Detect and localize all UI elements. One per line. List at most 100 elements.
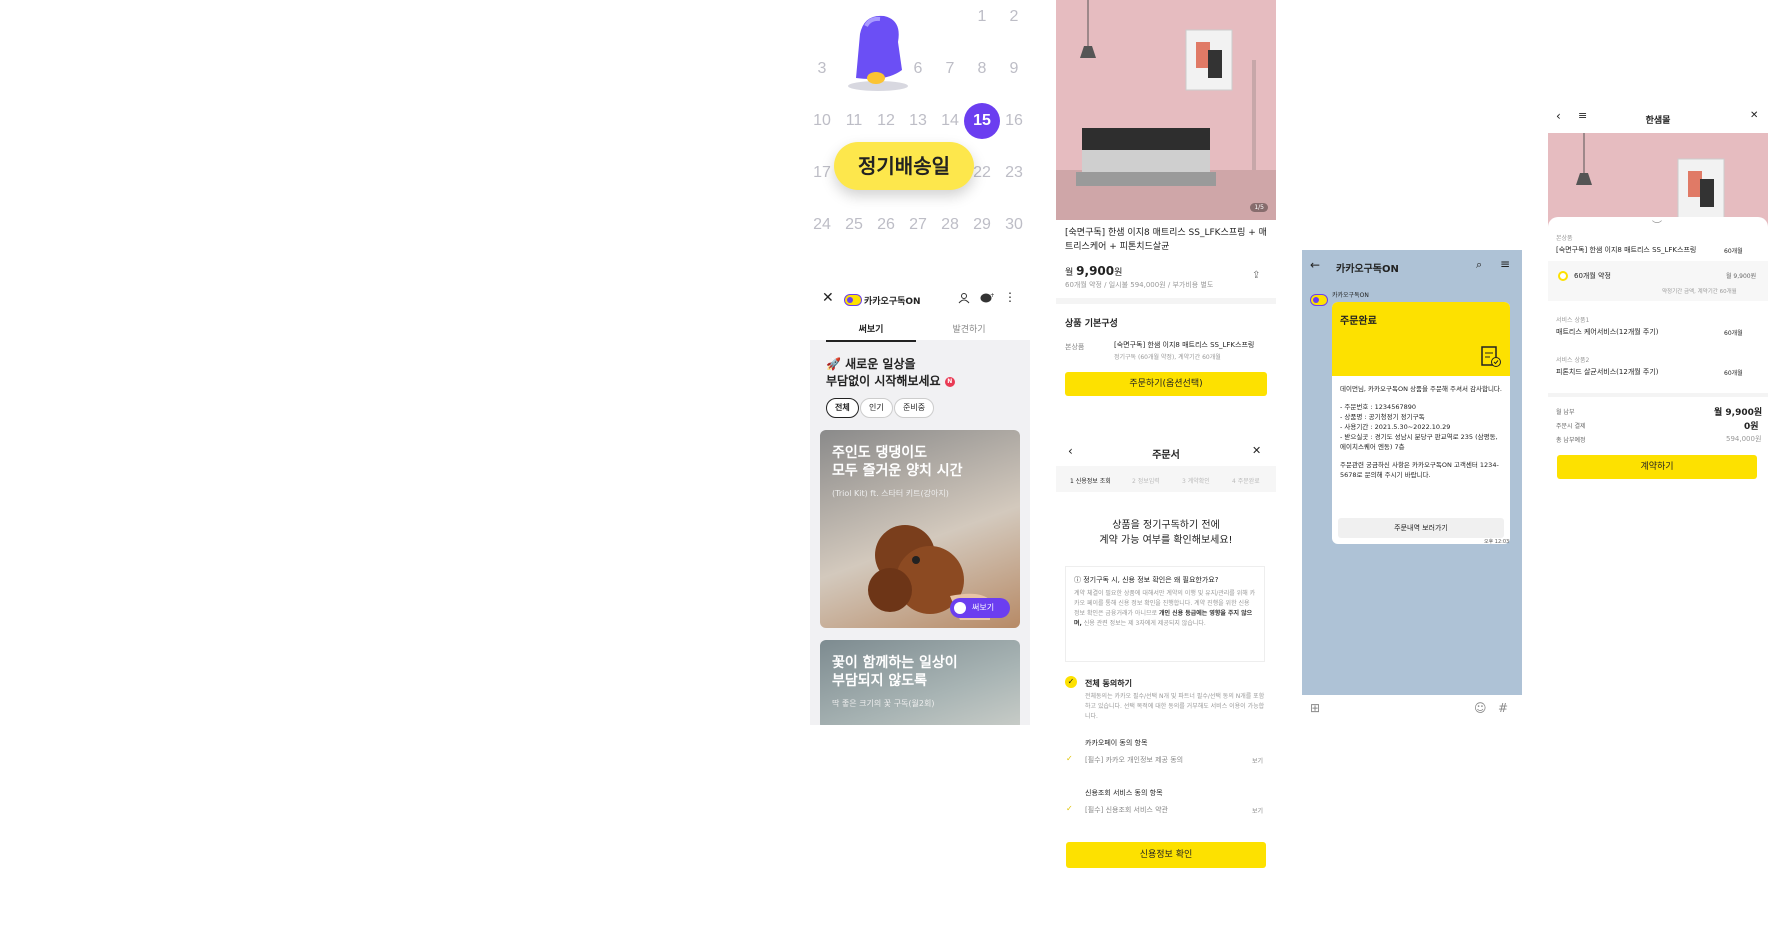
order-history-button[interactable]: 주문내역 보러가기 [1338,518,1504,538]
form-headline: 상품을 정기구독하기 전에 계약 가능 여부를 확인해보세요! [1056,518,1276,548]
try-button[interactable]: 써보기 [950,598,1010,618]
contract-button[interactable]: 계약하기 [1557,455,1757,479]
calendar-day[interactable]: 1 [967,2,997,32]
menu-icon[interactable]: ≡ [1500,257,1510,271]
calendar-day[interactable]: 26 [871,210,901,240]
page-title: 주문서 [1152,450,1180,461]
plan-row[interactable]: 60개월 약정 월 9,900원 약정기간 금액, 계약기간 60개월 [1548,261,1768,301]
divider [1548,393,1768,397]
calendar-day[interactable]: 27 [903,210,933,240]
calendar-day[interactable]: 17 [807,158,837,188]
divider [1056,298,1276,304]
order-button[interactable]: 주문하기(옵션선택) [1065,372,1267,396]
calendar-day[interactable]: 13 [903,106,933,136]
share-icon[interactable]: ⇪ [1252,270,1260,281]
back-icon[interactable]: ← [1310,258,1320,272]
toggle-logo-icon [844,294,862,306]
step-1: 1 신용정보 조회 [1070,478,1111,485]
chip-all[interactable]: 전체 [826,398,859,418]
calendar-day[interactable]: 24 [807,210,837,240]
chat-plus-icon[interactable]: + [980,292,994,304]
credit-info-box: ⓘ 정기구독 시, 신용 정보 확인은 왜 필요한가요? 계약 체결이 필요한 … [1065,566,1265,662]
feed-card[interactable]: 꽃이 함께하는 일상이 부담되지 않도록 딱 좋은 크기의 꽃 구독(월2회) [820,640,1020,725]
close-icon[interactable]: ✕ [1252,444,1261,457]
total-value: 594,000원 [1726,435,1762,443]
sender-avatar [1310,294,1328,306]
calendar-day[interactable]: 30 [999,210,1029,240]
calendar-day[interactable]: 14 [935,106,965,136]
calendar-day[interactable]: 9 [999,54,1029,84]
calendar-day[interactable]: 25 [839,210,869,240]
order-line: - 상품명 : 공기청정기 정기구독 [1340,413,1425,421]
profile-icon[interactable] [958,292,970,304]
price-note: 60개월 약정 / 일시불 594,000원 / 부가비용 별도 [1065,281,1214,289]
svg-text:+: + [990,292,994,299]
info-icon: ⓘ [1074,576,1081,584]
option-value[interactable]: 피톤치드 살균서비스(12개월 주기) [1556,367,1659,377]
feed-header: ✕ 카카오구독ON + ⋮ 써보기 발견하기 [810,280,1030,342]
order-line: - 받으실곳 : 경기도 성남시 분당구 판교역로 235 (삼평동, 에이치스… [1340,433,1498,451]
chip-upcoming[interactable]: 준비중 [894,398,935,418]
agree-all[interactable]: 전체 동의하기 [1085,678,1132,689]
card-title-line: 부담되지 않도록 [832,673,928,689]
check-icon[interactable]: ✓ [1066,804,1073,813]
price: 월 9,900원 [1065,264,1122,278]
agree-all-desc: 전체동의는 카카오 필수/선택 N개 및 파트너 필수/선택 동의 N개를 포함… [1085,693,1265,720]
calendar-day[interactable]: 7 [935,54,965,84]
calendar-day[interactable]: 8 [967,54,997,84]
card-subtitle: 딱 좋은 크기의 꽃 구독(월2회) [832,699,935,708]
option-select-screen: ‹ ≡ 한샘몰 ✕ ︶ 본상품 [숙면구독] 한샘 이지8 매트리스 SS_LF… [1548,105,1768,547]
step-4: 4 주문완료 [1232,478,1260,485]
calendar-day[interactable]: 3 [807,54,837,84]
chevron-down-icon[interactable]: ︶ [1652,217,1662,232]
option-label: 본상품 [1556,235,1573,242]
view-link[interactable]: 보기 [1252,806,1263,815]
calendar-day[interactable]: 23 [999,158,1029,188]
headline-line: 계약 가능 여부를 확인해보세요! [1099,535,1233,546]
calendar-day[interactable]: 12 [871,106,901,136]
close-icon[interactable]: ✕ [1750,110,1758,121]
check-icon[interactable]: ✓ [1066,754,1073,763]
card-title: 꽃이 함께하는 일상이 부담되지 않도록 [832,654,958,690]
agree-item-2: [필수] 신용조회 서비스 약관 [1085,806,1168,814]
emoji-icon[interactable]: ☺ [1474,701,1487,715]
feed-card[interactable]: 주인도 댕댕이도 모두 즐거운 양치 시간 (Triol Kit) ft. 스타터… [820,430,1020,628]
option-label: 서비스 상품2 [1556,357,1590,364]
item-label: 본상품 [1065,343,1085,351]
calendar-day[interactable]: 28 [935,210,965,240]
radio-selected-icon[interactable] [1558,271,1568,281]
tab-discover[interactable]: 발견하기 [924,322,1014,335]
price-unit: 원 [1114,268,1123,278]
item-note: 정기구독 (60개월 약정), 계약기간 60개월 [1114,354,1221,361]
option-value[interactable]: 매트리스 케어서비스(12개월 주기) [1556,327,1659,337]
more-icon[interactable]: ⋮ [1004,290,1016,304]
search-icon[interactable]: ⌕ [1476,258,1482,272]
hashtag-icon[interactable]: # [1498,701,1508,715]
chip-popular[interactable]: 인기 [860,398,893,418]
footer-note: 주문관련 궁금하신 사항은 카카오구독ON 고객센터 1234-5678로 문의… [1340,461,1499,479]
order-complete-card: 주문완료 데이먼님, 카카오구독ON 상품을 주문해 주셔서 감사합니다. - … [1332,302,1510,544]
option-period[interactable]: 60개월 [1724,328,1743,337]
option-value[interactable]: [숙면구독] 한샘 이지8 매트리스 SS_LFK스프링 [1556,245,1696,255]
add-icon[interactable]: ⊞ [1310,701,1320,715]
option-sheet: ︶ 본상품 [숙면구독] 한샘 이지8 매트리스 SS_LFK스프링 60개월 … [1548,217,1768,547]
close-icon[interactable]: ✕ [822,291,834,305]
plan-price: 월 9,900원 [1726,273,1757,280]
calendar-day[interactable]: 29 [967,210,997,240]
check-all-icon[interactable]: ✓ [1065,676,1077,688]
view-link[interactable]: 보기 [1252,756,1263,765]
greeting: 데이먼님, 카카오구독ON 상품을 주문해 주셔서 감사합니다. [1340,385,1502,393]
calendar-day-selected[interactable]: 15 [964,103,1000,139]
product-name: [숙면구독] 한샘 이지8 매트리스 SS_LFK스프링 + 매트리스케어 + … [1065,228,1267,252]
calendar-day[interactable]: 11 [839,106,869,136]
tab-try[interactable]: 써보기 [826,322,916,342]
calendar-day[interactable]: 2 [999,2,1029,32]
section-title: 상품 기본구성 [1065,319,1118,329]
calendar-day[interactable]: 16 [999,106,1029,136]
credit-check-button[interactable]: 신용정보 확인 [1066,842,1266,868]
plan-label: 60개월 약정 [1574,272,1611,280]
option-period[interactable]: 60개월 [1724,368,1743,377]
option-period[interactable]: 60개월 [1724,246,1743,255]
calendar-day[interactable]: 10 [807,106,837,136]
product-detail-screen: 1/5 [숙면구독] 한샘 이지8 매트리스 SS_LFK스프링 + 매트리스케… [1056,0,1276,410]
